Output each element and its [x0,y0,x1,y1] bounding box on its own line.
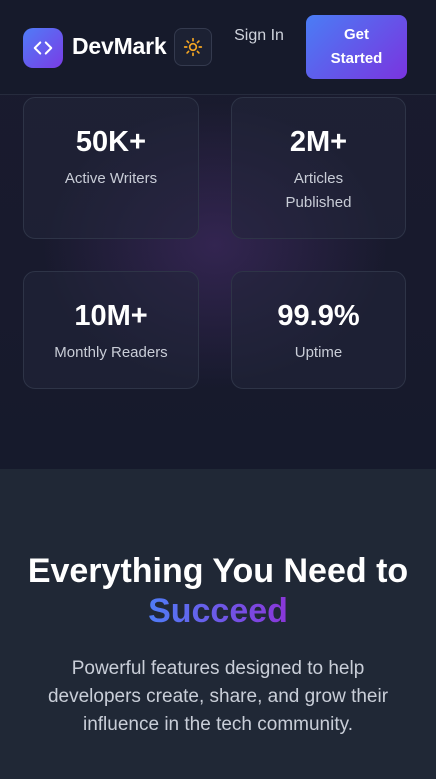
stat-card-articles-published: 2M+ Articles Published [231,97,406,239]
stat-card-active-writers: 50K+ Active Writers [23,97,199,239]
brand-logo[interactable] [23,28,63,68]
stat-value: 50K+ [75,126,147,158]
stat-value: 10M+ [74,300,148,332]
features-heading-prefix: Everything You Need to [27,552,409,590]
stat-label: Articles Published [285,170,352,211]
page: 50K+ Active Writers 2M+ Articles Publish… [0,0,436,779]
stat-label: Active Writers [64,170,158,187]
sun-icon [183,37,203,57]
stat-card-uptime: 99.9% Uptime [231,271,406,389]
code-brackets-icon [33,41,53,55]
stat-label: Monthly Readers [54,344,168,361]
features-description: Powerful features designed to help devel… [47,658,389,735]
get-started-button[interactable]: Get Started [306,15,407,79]
brand-name[interactable]: DevMark [72,33,167,60]
stat-label: Uptime [294,344,343,361]
features-heading-accent: Succeed [148,592,288,630]
top-navbar: DevMark Sign In Get Started [0,0,436,95]
features-section: Everything You Need to Succeed Powerful … [0,469,436,779]
theme-toggle-button[interactable] [174,28,212,66]
stat-card-monthly-readers: 10M+ Monthly Readers [23,271,199,389]
sign-in-link[interactable]: Sign In [233,24,285,48]
stat-value: 2M+ [289,126,348,158]
stat-value: 99.9% [277,300,360,332]
features-heading: Everything You Need to Succeed [0,551,436,631]
